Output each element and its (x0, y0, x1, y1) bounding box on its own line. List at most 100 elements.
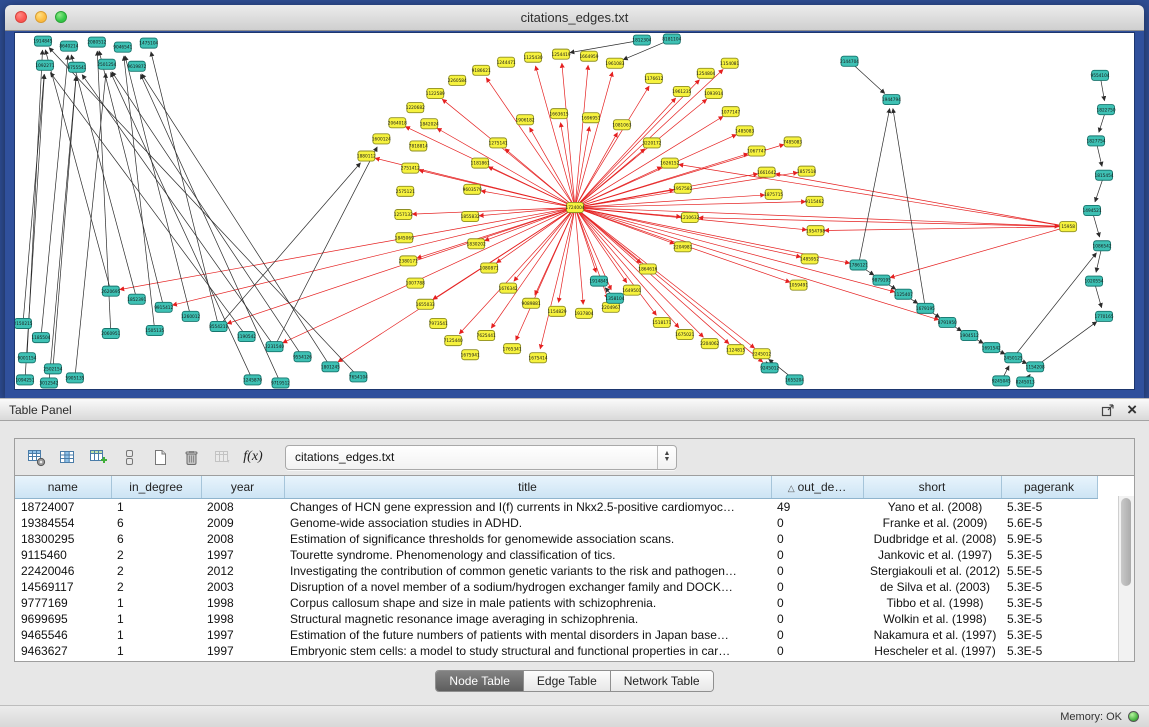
table-row[interactable]: 1938455462009Genome-wide association stu… (15, 515, 1097, 531)
graph-node[interactable]: 1505135 (145, 325, 164, 335)
table-source-select[interactable]: citations_edges.txt ▲▼ (285, 445, 677, 470)
graph-node[interactable]: 1626152 (660, 158, 679, 168)
graph-node[interactable]: 7625441 (477, 331, 496, 341)
table-scrollbar[interactable] (1118, 496, 1134, 661)
graph-node[interactable]: 3012542 (39, 378, 58, 388)
graph-node[interactable]: 1190542 (237, 332, 256, 342)
graph-node[interactable]: 1770165 (1095, 311, 1114, 321)
graph-node[interactable]: 1904512 (960, 331, 979, 341)
table-row[interactable]: 2242004622012Investigating the contribut… (15, 563, 1097, 579)
table-mode-button[interactable] (23, 445, 49, 469)
graph-node[interactable]: 7125440 (444, 336, 463, 346)
close-panel-icon[interactable]: × (1127, 403, 1137, 417)
graph-node[interactable]: 8755541 (67, 62, 86, 72)
graph-node[interactable]: 9554104 (1091, 70, 1110, 80)
graph-node[interactable]: 1801245 (321, 362, 340, 372)
graph-node[interactable]: 1494521 (1083, 205, 1102, 215)
import-table-button[interactable] (209, 445, 235, 469)
graph-node[interactable]: 9115462 (805, 196, 824, 206)
graph-node[interactable]: 1154208 (1026, 362, 1045, 372)
graph-node[interactable]: 1786121 (849, 260, 868, 270)
graph-node[interactable]: 9186621 (472, 65, 491, 75)
graph-node[interactable]: 5905135 (65, 373, 84, 383)
graph-node[interactable]: 1220682 (406, 103, 425, 113)
graph-node[interactable]: 9603579 (463, 184, 482, 194)
graph-node[interactable]: 2450125 (1004, 353, 1023, 363)
graph-node[interactable]: 1864616 (638, 264, 657, 274)
graph-node[interactable]: 1181861 (471, 158, 490, 168)
graph-node[interactable]: 2080512 (87, 37, 106, 47)
float-panel-icon[interactable] (1101, 403, 1115, 417)
graph-node[interactable]: 1244471 (497, 57, 516, 67)
graph-node[interactable]: 15958 (1060, 222, 1077, 232)
graph-node[interactable]: 1124815 (726, 345, 745, 355)
graph-node[interactable]: 8245013 (1016, 377, 1035, 387)
graph-node[interactable]: 1067747 (747, 146, 766, 156)
graph-node[interactable]: 1093914 (704, 88, 723, 98)
graph-node[interactable]: 1257132 (394, 209, 413, 219)
graph-node[interactable]: 7485083 (783, 137, 802, 147)
graph-node[interactable]: 1914845 (33, 36, 52, 46)
graph-node[interactable]: 2204062 (700, 339, 719, 349)
graph-node[interactable]: 2144704 (840, 56, 859, 66)
scrollbar-thumb[interactable] (1121, 498, 1131, 586)
graph-node[interactable]: 1475104 (139, 38, 158, 48)
new-document-button[interactable] (147, 445, 173, 469)
graph-node[interactable]: 8181104 (662, 34, 681, 44)
graph-node[interactable]: 1961235 (672, 86, 691, 96)
graph-node[interactable]: 1812304 (632, 35, 651, 45)
column-header-name[interactable]: name (15, 476, 111, 499)
graph-node[interactable]: 1080871 (480, 263, 499, 273)
column-header-short[interactable]: short (863, 476, 1001, 499)
graph-node[interactable]: 1822750 (1097, 105, 1116, 115)
graph-node[interactable]: 7973541 (429, 318, 448, 328)
graph-node[interactable]: 2502154 (43, 364, 62, 374)
graph-node[interactable]: 1724004 (565, 202, 584, 212)
column-header-out_de[interactable]: △out_de… (771, 476, 863, 499)
graph-node[interactable]: 1007788 (406, 278, 425, 288)
graph-node[interactable]: 1260012 (181, 311, 200, 321)
graph-node[interactable]: 1094251 (15, 375, 34, 385)
graph-node[interactable]: 2575121 (396, 186, 415, 196)
graph-node[interactable]: 2204967 (601, 302, 620, 312)
graph-node[interactable]: 1210632 (680, 213, 699, 223)
minimize-window-button[interactable] (35, 11, 47, 23)
graph-node[interactable]: 1059491 (789, 280, 808, 290)
graph-node[interactable]: 1122589 (426, 88, 445, 98)
graph-node[interactable]: 9245045 (992, 376, 1011, 386)
graph-node[interactable]: 1765341 (503, 344, 522, 354)
column-header-year[interactable]: year (201, 476, 284, 499)
graph-node[interactable]: 9245012 (760, 363, 779, 373)
graph-node[interactable]: 1485083 (735, 126, 754, 136)
graph-node[interactable]: 2204981 (673, 242, 692, 252)
graph-node[interactable]: 2060951 (101, 328, 120, 338)
graph-node[interactable]: 8791950 (938, 317, 957, 327)
graph-node[interactable]: 1661642 (757, 167, 776, 177)
graph-node[interactable]: 9619872 (127, 61, 146, 71)
row-mode-button[interactable] (116, 445, 142, 469)
graph-node[interactable]: 1696951 (581, 113, 600, 123)
table-row[interactable]: 946362711997Embryonic stem cells: a mode… (15, 643, 1097, 659)
close-window-button[interactable] (15, 11, 27, 23)
graph-node[interactable]: 1245870 (243, 375, 262, 385)
zoom-window-button[interactable] (55, 11, 67, 23)
graph-node[interactable]: 1485952 (800, 254, 819, 264)
graph-node[interactable]: 1676342 (499, 283, 518, 293)
graph-node[interactable]: 1845069 (395, 233, 414, 243)
graph-node[interactable]: 9089881 (522, 298, 541, 308)
graph-node[interactable]: 8554211 (209, 321, 228, 331)
graph-node[interactable]: 1077147 (721, 107, 740, 117)
graph-node[interactable]: 1691542 (982, 343, 1001, 353)
graph-node[interactable]: 1154829 (548, 306, 567, 316)
graph-node[interactable]: 1185504 (31, 333, 50, 343)
graph-node[interactable]: 1852391 (127, 294, 146, 304)
table-row[interactable]: 1872400712008Changes of HCN gene express… (15, 499, 1097, 516)
graph-node[interactable]: 1020554 (1085, 276, 1104, 286)
graph-node[interactable]: 1830202 (467, 239, 486, 249)
graph-node[interactable]: 1154081 (720, 58, 739, 68)
graph-node[interactable]: 2620695 (101, 286, 120, 296)
column-header-pagerank[interactable]: pagerank (1001, 476, 1097, 499)
show-columns-button[interactable] (54, 445, 80, 469)
table-row[interactable]: 969969511998Structural magnetic resonanc… (15, 611, 1097, 627)
table-row[interactable]: 1456911722003Disruption of a novel membe… (15, 579, 1097, 595)
